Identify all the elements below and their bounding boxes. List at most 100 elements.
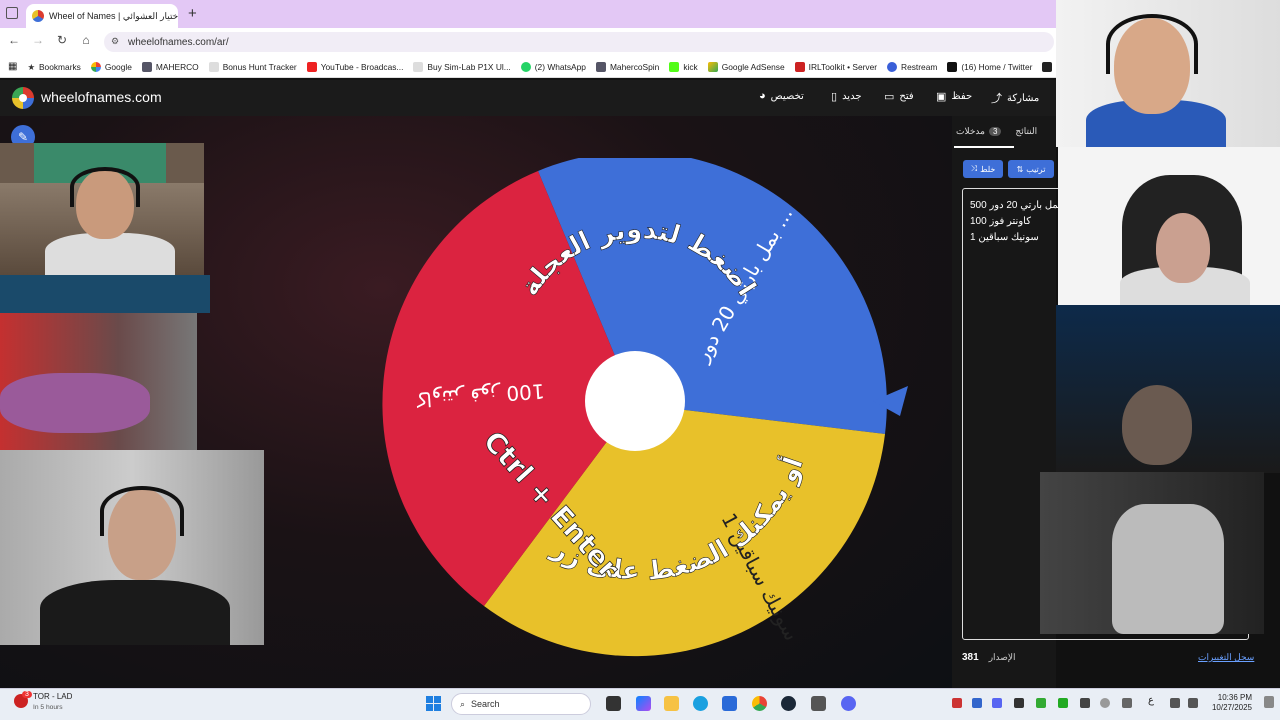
webcam-right-4 (1040, 472, 1264, 634)
apps-grid-icon[interactable]: ▦ (0, 61, 22, 72)
whatsapp-icon (520, 61, 531, 72)
webcam-right-3 (1056, 305, 1280, 473)
language-indicator[interactable]: ع (1148, 695, 1154, 706)
logo-center (19, 94, 27, 102)
bookmark-item[interactable]: IRLToolkit • Server (790, 61, 882, 72)
save-button[interactable]: ▣ حفظ (936, 90, 972, 103)
tray-app-icon[interactable] (952, 698, 962, 708)
wheel-favicon-icon (32, 10, 44, 22)
bookmark-item[interactable]: Bonus Hunt Tracker (204, 61, 302, 72)
version-number: 381 (962, 652, 979, 663)
url-input[interactable]: wheelofnames.com/ar/ (104, 32, 1054, 52)
x-twitter-icon (947, 61, 958, 72)
forward-arrow-icon[interactable]: → (30, 33, 46, 47)
youtube-icon (306, 61, 317, 72)
shuffle-button[interactable]: ⤨ خلط (963, 160, 1003, 178)
bookmark-item[interactable]: YouTube - Broadcas... (302, 61, 409, 72)
version-label: الإصدار (988, 652, 1016, 662)
palette-icon: ◕ (759, 90, 766, 102)
entry-line: بمل بارتي 20 دور 500 (970, 200, 1061, 211)
bookmark-item[interactable]: (2) WhatsApp (516, 61, 591, 72)
copilot-icon[interactable] (636, 696, 651, 711)
headphones (1106, 14, 1198, 74)
empty-chair (1112, 504, 1224, 634)
active-tab-indicator (954, 146, 1014, 148)
maherco-icon (141, 61, 152, 72)
back-arrow-icon[interactable]: ← (6, 33, 22, 47)
tray-discord-icon[interactable] (992, 698, 1002, 708)
bookmark-item[interactable]: Restream (882, 61, 942, 72)
wifi-icon[interactable] (1170, 698, 1180, 708)
spin-wheel[interactable]: بمل بارتي 20 دور ... سونيك سباقين 1 كاون… (376, 158, 916, 658)
browser-tab-active[interactable]: Wheel of Names | عجلة الأسماء للاختيار ا… (26, 4, 178, 28)
tab-results[interactable]: النتائج (1015, 126, 1037, 137)
entry-line: كاونتر فوز 100 (970, 216, 1031, 227)
person-body (40, 580, 230, 645)
task-view-icon[interactable] (606, 696, 621, 711)
bookmark-item[interactable]: Buy Sim-Lab P1X Ul... (408, 61, 515, 72)
entry-line: سونيك سباقين 1 (970, 232, 1039, 243)
bookmark-item[interactable]: TO (1037, 61, 1056, 72)
taskbar-clock[interactable]: 10:36 PM 10/27/2025 (1206, 693, 1252, 713)
blurred-hand (0, 373, 150, 433)
tray-app-icon[interactable] (1080, 698, 1090, 708)
tray-app-icon[interactable] (1100, 698, 1110, 708)
bookmark-item[interactable]: ★ Bookmarks (22, 62, 85, 72)
discord-icon[interactable] (841, 696, 856, 711)
bookmark-item[interactable]: Google AdSense (703, 61, 790, 72)
steam-icon[interactable] (781, 696, 796, 711)
tray-app-icon[interactable] (972, 698, 982, 708)
clock-time: 10:36 PM (1217, 693, 1252, 702)
sort-icon: ⇅ (1016, 164, 1024, 174)
entries-count-badge: 3 (988, 127, 1002, 136)
tab-entries[interactable]: مدخلات 3 (956, 126, 1002, 137)
bookmark-item[interactable]: MahercoSpin (591, 61, 664, 72)
irltoolkit-icon (794, 61, 805, 72)
mahercospin-icon (595, 61, 606, 72)
edge-icon[interactable] (693, 696, 708, 711)
site-logo-text[interactable]: wheelofnames.com (41, 89, 162, 105)
notifications-icon[interactable] (1264, 696, 1274, 708)
tray-app-icon[interactable] (1036, 698, 1046, 708)
headphones (70, 167, 140, 207)
version-info: 381 الإصدار (962, 652, 1016, 663)
windows-start-icon[interactable] (426, 696, 441, 711)
person-head (1156, 213, 1210, 283)
weather-badge: 3 (22, 691, 32, 698)
bookmark-item[interactable]: MAHERCO (137, 61, 204, 72)
weather-subtitle: In 5 hours (33, 704, 63, 711)
bookmark-item[interactable]: (16) Home / Twitter (942, 61, 1037, 72)
site-info-icon[interactable]: ⚙ (111, 36, 119, 47)
save-icon: ▣ (936, 91, 947, 103)
new-tab-plus-icon[interactable]: + (188, 5, 197, 22)
customize-button[interactable]: ◕ تخصيص (759, 90, 804, 102)
panel-tabs: مدخلات 3 النتائج (956, 126, 1037, 137)
tracker-icon (208, 61, 219, 72)
sort-button[interactable]: ⇅ ترتيب (1008, 160, 1054, 178)
tray-app-icon[interactable] (1014, 698, 1024, 708)
bookmark-item[interactable]: Google (86, 61, 137, 72)
folder-icon: ▭ (884, 91, 895, 103)
reload-icon[interactable]: ↻ (54, 33, 70, 47)
store-icon[interactable] (722, 696, 737, 711)
weather-title: TOR - LAD (33, 692, 73, 701)
microphone-icon[interactable] (1122, 698, 1132, 708)
adsense-icon (707, 61, 718, 72)
bookmark-item[interactable]: kick (664, 61, 702, 72)
restream-icon (887, 61, 898, 72)
taskbar-search[interactable]: ⌕ Search (451, 693, 591, 715)
calculator-icon[interactable] (811, 696, 826, 711)
volume-icon[interactable] (1188, 698, 1198, 708)
file-icon: ▯ (831, 91, 838, 103)
share-button[interactable]: ⤴ مشاركة (991, 90, 1039, 106)
tray-nvidia-icon[interactable] (1058, 698, 1068, 708)
weather-widget[interactable]: TOR - LAD In 5 hours (33, 692, 72, 713)
file-explorer-icon[interactable] (664, 696, 679, 711)
home-icon[interactable]: ⌂ (78, 33, 94, 47)
wheel-center-hub (585, 351, 685, 451)
chrome-icon[interactable] (752, 696, 767, 711)
changelog-link[interactable]: سجل التغييرات (1198, 652, 1254, 663)
new-button[interactable]: ▯ جديد (831, 90, 862, 103)
browser-menu-icon[interactable] (6, 7, 18, 19)
open-button[interactable]: ▭ فتح (884, 90, 914, 103)
